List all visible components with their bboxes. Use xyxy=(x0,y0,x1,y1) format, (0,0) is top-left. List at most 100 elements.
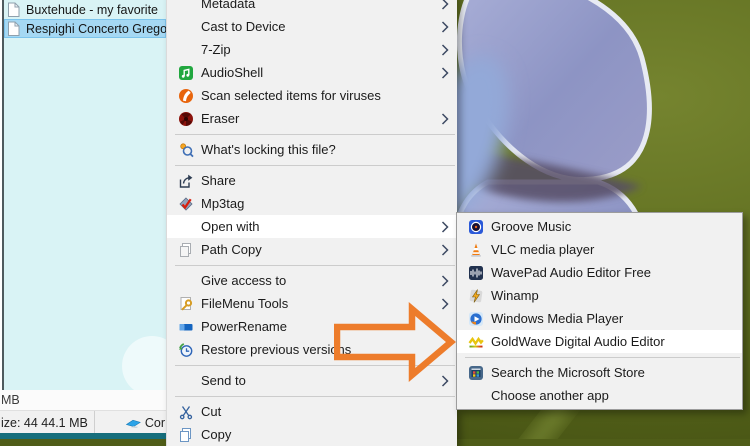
chevron-right-icon xyxy=(439,44,449,56)
no-icon xyxy=(177,219,195,235)
powerrename-icon xyxy=(177,319,195,335)
panel-decoration xyxy=(122,336,166,390)
audioshell-icon xyxy=(177,65,195,81)
menu-item-label: VLC media player xyxy=(491,242,720,257)
share-icon xyxy=(177,173,195,189)
file-list-panel: Buxtehude - my favorite Respighi Concerto… xyxy=(4,0,166,390)
menu-item-mp3tag[interactable]: Mp3tag xyxy=(167,192,457,215)
menu-item-eraser[interactable]: Eraser xyxy=(167,107,457,130)
menu-item-label: Eraser xyxy=(201,111,435,126)
open-with-submenu: Groove Music VLC media player WavePad Audi… xyxy=(456,212,743,410)
path-copy-icon xyxy=(177,242,195,258)
no-icon xyxy=(177,273,195,289)
menu-item-give-access-to[interactable]: Give access to xyxy=(167,269,457,292)
menu-item-wavepad-audio-editor-free[interactable]: WavePad Audio Editor Free xyxy=(457,261,742,284)
menu-item-path-copy[interactable]: Path Copy xyxy=(167,238,457,261)
ms-store-icon xyxy=(467,365,485,381)
mp3tag-icon xyxy=(177,196,195,212)
status-mb-label: MB xyxy=(1,393,20,407)
menu-item-metadata[interactable]: Metadata xyxy=(167,0,457,15)
no-icon xyxy=(177,373,195,389)
menu-item-label: GoldWave Digital Audio Editor xyxy=(491,334,720,349)
menu-item-choose-another-app[interactable]: Choose another app xyxy=(457,384,742,407)
chevron-right-icon xyxy=(439,244,449,256)
menu-item-powerrename[interactable]: PowerRename xyxy=(167,315,457,338)
menu-item-label: Cut xyxy=(201,404,435,419)
menu-item-share[interactable]: Share xyxy=(167,169,457,192)
status-bar: ize: 44 44.1 MB Cor xyxy=(0,410,166,434)
chevron-right-icon xyxy=(439,375,449,387)
menu-item-cut[interactable]: Cut xyxy=(167,400,457,423)
menu-item-goldwave-digital-audio-editor[interactable]: GoldWave Digital Audio Editor xyxy=(457,330,742,353)
menu-separator xyxy=(175,365,455,366)
menu-separator xyxy=(465,357,740,358)
status-divider xyxy=(94,411,95,434)
groove-music-icon xyxy=(467,219,485,235)
file-list: Buxtehude - my favorite Respighi Concerto… xyxy=(4,0,166,38)
restore-versions-icon xyxy=(177,342,195,358)
menu-item-label: Search the Microsoft Store xyxy=(491,365,720,380)
file-item-respighi-concerto-grego[interactable]: Respighi Concerto Grego xyxy=(4,19,166,38)
menu-item-label: Windows Media Player xyxy=(491,311,720,326)
menu-item-label: Mp3tag xyxy=(201,196,435,211)
wavepad-icon xyxy=(467,265,485,281)
menu-item-7-zip[interactable]: 7-Zip xyxy=(167,38,457,61)
status-computer-label: Cor xyxy=(145,416,165,430)
menu-item-label: Restore previous versions xyxy=(201,342,435,357)
no-icon xyxy=(177,42,195,58)
no-icon xyxy=(177,19,195,35)
menu-item-label: Send to xyxy=(201,373,435,388)
menu-item-copy[interactable]: Copy xyxy=(167,423,457,446)
menu-item-cast-to-device[interactable]: Cast to Device xyxy=(167,15,457,38)
chevron-right-icon xyxy=(439,113,449,125)
menu-item-label: Metadata xyxy=(201,0,435,11)
menu-item-label: AudioShell xyxy=(201,65,435,80)
copy-icon xyxy=(177,427,195,443)
menu-separator xyxy=(175,165,455,166)
file-item-buxtehude-my-favorite[interactable]: Buxtehude - my favorite xyxy=(4,0,166,19)
chevron-right-icon xyxy=(439,21,449,33)
file-name-label: Respighi Concerto Grego xyxy=(26,22,166,36)
menu-item-label: Winamp xyxy=(491,288,720,303)
status-size-label: ize: 44 44.1 MB xyxy=(1,416,88,430)
menu-item-restore-previous-versions[interactable]: Restore previous versions xyxy=(167,338,457,361)
menu-item-vlc-media-player[interactable]: VLC media player xyxy=(457,238,742,261)
file-icon xyxy=(7,21,22,36)
menu-item-scan-selected-items-for-viruses[interactable]: Scan selected items for viruses xyxy=(167,84,457,107)
menu-item-what-s-locking-this-file[interactable]: What's locking this file? xyxy=(167,138,457,161)
menu-item-label: PowerRename xyxy=(201,319,435,334)
no-icon xyxy=(467,388,485,404)
menu-item-search-the-microsoft-store[interactable]: Search the Microsoft Store xyxy=(457,361,742,384)
lock-search-icon xyxy=(177,142,195,158)
chevron-right-icon xyxy=(439,67,449,79)
menu-item-label: Open with xyxy=(201,219,435,234)
menu-item-groove-music[interactable]: Groove Music xyxy=(457,215,742,238)
menu-item-label: Scan selected items for viruses xyxy=(201,88,435,103)
menu-item-audioshell[interactable]: AudioShell xyxy=(167,61,457,84)
menu-item-label: Groove Music xyxy=(491,219,720,234)
menu-item-label: Share xyxy=(201,173,435,188)
eraser-icon xyxy=(177,111,195,127)
menu-item-windows-media-player[interactable]: Windows Media Player xyxy=(457,307,742,330)
menu-item-label: Cast to Device xyxy=(201,19,435,34)
menu-item-label: Give access to xyxy=(201,273,435,288)
menu-item-label: Path Copy xyxy=(201,242,435,257)
wmp-icon xyxy=(467,311,485,327)
menu-item-label: Choose another app xyxy=(491,388,720,403)
menu-separator xyxy=(175,134,455,135)
menu-item-open-with[interactable]: Open with xyxy=(167,215,457,238)
menu-item-send-to[interactable]: Send to xyxy=(167,369,457,392)
menu-separator xyxy=(175,265,455,266)
menu-item-filemenu-tools[interactable]: FileMenu Tools xyxy=(167,292,457,315)
chevron-right-icon xyxy=(439,0,449,10)
menu-item-label: WavePad Audio Editor Free xyxy=(491,265,720,280)
menu-item-label: What's locking this file? xyxy=(201,142,435,157)
explorer-window: Buxtehude - my favorite Respighi Concerto… xyxy=(0,0,166,439)
menu-item-winamp[interactable]: Winamp xyxy=(457,284,742,307)
filemenu-tools-icon xyxy=(177,296,195,312)
vlc-icon xyxy=(467,242,485,258)
menu-item-label: FileMenu Tools xyxy=(201,296,435,311)
context-menu: Metadata Cast to Device 7-Zip AudioShell Sca… xyxy=(166,0,457,446)
goldwave-icon xyxy=(467,334,485,350)
statusbar-teal-strip xyxy=(0,433,166,439)
